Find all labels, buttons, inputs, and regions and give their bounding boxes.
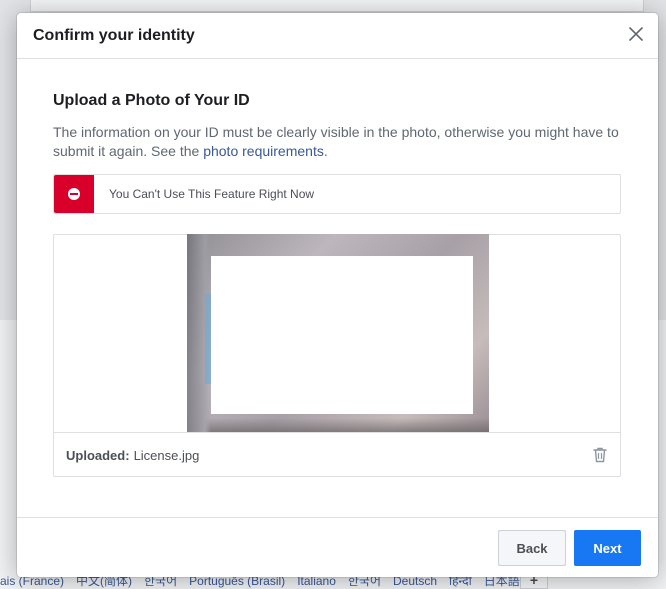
no-entry-icon [68,188,80,200]
id-photo-image [187,234,489,432]
dialog-body: Upload a Photo of Your ID The informatio… [17,92,658,477]
upload-file-row: Uploaded: License.jpg [54,433,620,477]
dialog-header: Confirm your identity [17,13,658,59]
photo-requirements-link[interactable]: photo requirements [203,143,324,159]
dialog-title: Confirm your identity [33,26,195,44]
id-photo-redacted-area [211,256,473,414]
background-card [30,0,644,12]
id-photo-preview [54,234,620,433]
upload-heading: Upload a Photo of Your ID [53,92,250,109]
description-end: . [323,143,328,159]
upload-preview-box: Uploaded: License.jpg [53,234,621,477]
confirm-identity-dialog: Confirm your identity Upload a Photo of … [17,13,658,577]
description-text: The information on your ID must be clear… [53,124,619,159]
back-button[interactable]: Back [498,530,566,566]
uploaded-label: Uploaded: [66,447,130,463]
alert-message: You Can't Use This Feature Right Now [109,187,315,201]
error-alert: You Can't Use This Feature Right Now [53,174,621,214]
trash-icon[interactable] [592,446,608,463]
close-icon[interactable] [628,26,644,42]
next-button[interactable]: Next [574,530,641,566]
dialog-footer: Back Next [17,517,658,577]
upload-description: The information on your ID must be clear… [53,123,633,161]
alert-icon-box [54,175,94,213]
uploaded-filename: License.jpg [133,447,200,463]
